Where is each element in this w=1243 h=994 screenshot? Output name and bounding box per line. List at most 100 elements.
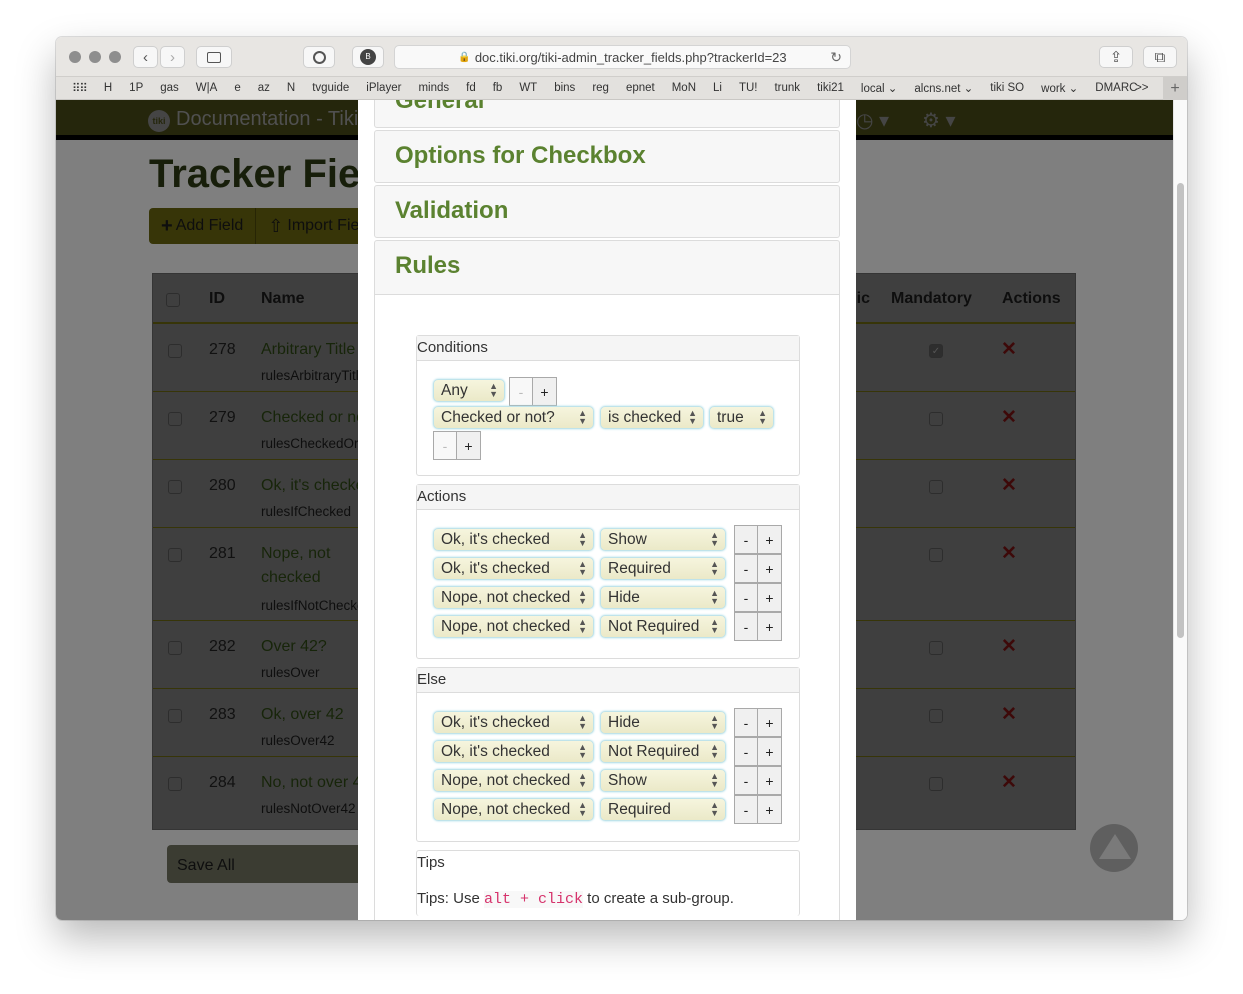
new-tab-button[interactable]: + <box>1163 77 1187 100</box>
logic-select[interactable]: Any ▲ ▼ <box>433 379 505 402</box>
zoom-window-button[interactable] <box>109 51 121 63</box>
action-field-select[interactable]: Ok, it's checked ▲ ▼ <box>433 740 594 763</box>
add-rule-button[interactable]: + <box>457 432 480 459</box>
scrollbar-thumb[interactable] <box>1177 183 1184 638</box>
remove-action-button[interactable]: - <box>735 767 758 794</box>
actions-group: Actions Ok, it's checked ▲ ▼ Show ▲ ▼ - + Ok, it… <box>416 484 800 659</box>
condition-field-select[interactable]: Checked or not? ▲ ▼ <box>433 406 594 429</box>
remove-action-button[interactable]: - <box>735 555 758 582</box>
bookmark[interactable]: tiki SO <box>982 82 1033 94</box>
sidebar-button[interactable] <box>196 46 232 68</box>
add-action-button[interactable]: + <box>758 555 781 582</box>
bookmark[interactable]: WT <box>511 82 546 94</box>
bookmark[interactable]: fb <box>484 82 511 94</box>
action-type-select[interactable]: Show ▲ ▼ <box>600 769 726 792</box>
add-action-button[interactable]: + <box>758 796 781 823</box>
bookmark[interactable]: TU! <box>730 82 766 94</box>
panel-validation[interactable]: Validation <box>374 185 840 238</box>
action-add-remove: - + <box>734 583 782 612</box>
minimize-window-button[interactable] <box>89 51 101 63</box>
page-scrollbar[interactable] <box>1173 100 1187 920</box>
panel-rules[interactable]: Rules <box>374 240 840 295</box>
password-manager-button[interactable] <box>303 46 335 68</box>
action-field-select[interactable]: Nope, not checked ▲ ▼ <box>433 615 594 638</box>
remove-action-button[interactable]: - <box>735 613 758 640</box>
action-type-select[interactable]: Not Required ▲ ▼ <box>600 615 726 638</box>
extension-button[interactable]: B <box>352 46 384 68</box>
bookmark[interactable]: e <box>226 82 249 94</box>
action-type-select[interactable]: Required ▲ ▼ <box>600 557 726 580</box>
tabs-overview-button[interactable]: ⧉ <box>1143 46 1177 68</box>
bookmark[interactable]: N <box>278 82 303 94</box>
bookmark[interactable]: minds <box>410 82 458 94</box>
bookmark[interactable]: gas <box>152 82 188 94</box>
action-field-select[interactable]: Ok, it's checked ▲ ▼ <box>433 557 594 580</box>
action-type-select[interactable]: Required ▲ ▼ <box>600 798 726 821</box>
remove-group-button[interactable]: - <box>510 378 533 405</box>
reload-icon[interactable]: ↻ <box>830 49 842 66</box>
bookmark[interactable]: H <box>95 82 120 94</box>
actions-title: Actions <box>417 485 799 510</box>
back-button[interactable]: ‹ <box>133 46 158 68</box>
remove-action-button[interactable]: - <box>735 709 758 736</box>
forward-button[interactable]: › <box>160 46 185 68</box>
add-action-button[interactable]: + <box>758 709 781 736</box>
bookmark[interactable]: iPlayer <box>358 82 410 94</box>
bookmark[interactable]: reg <box>584 82 618 94</box>
action-add-remove: - + <box>734 795 782 824</box>
bookmark[interactable]: MoN <box>663 82 704 94</box>
lock-icon: 🔒 <box>458 51 471 63</box>
panel-options-checkbox[interactable]: Options for Checkbox <box>374 130 840 183</box>
rules-panel-body: Conditions Any ▲ ▼ - + Checked or not? ▲ ▼ is… <box>374 295 840 920</box>
address-bar[interactable]: 🔒 doc.tiki.org/tiki-admin_tracker_fields… <box>394 45 851 69</box>
apps-grid-icon[interactable]: ⠿⠿ <box>56 81 95 95</box>
bookmark[interactable]: bins <box>546 82 584 94</box>
add-group-button[interactable]: + <box>533 378 556 405</box>
bookmark[interactable]: fd <box>458 82 485 94</box>
action-type-select[interactable]: Hide ▲ ▼ <box>600 586 726 609</box>
action-add-remove: - + <box>734 737 782 766</box>
action-field-select[interactable]: Ok, it's checked ▲ ▼ <box>433 528 594 551</box>
action-type-select[interactable]: Hide ▲ ▼ <box>600 711 726 734</box>
bookmarks-overflow-button[interactable]: >> <box>1127 82 1157 94</box>
scroll-to-top-button[interactable] <box>1090 824 1138 872</box>
bookmark[interactable]: Li <box>705 82 731 94</box>
select-arrows-icon: ▲ ▼ <box>578 771 587 789</box>
bookmark[interactable]: trunk <box>766 82 809 94</box>
bookmark[interactable]: tiki21 <box>809 82 853 94</box>
add-action-button[interactable]: + <box>758 738 781 765</box>
sidebar-icon <box>207 51 221 63</box>
remove-action-button[interactable]: - <box>735 584 758 611</box>
bookmark-folder[interactable]: alcns.net ⌄ <box>906 81 982 95</box>
action-field-select[interactable]: Nope, not checked ▲ ▼ <box>433 586 594 609</box>
condition-operator-select[interactable]: is checked ▲ ▼ <box>600 406 704 429</box>
add-action-button[interactable]: + <box>758 584 781 611</box>
add-action-button[interactable]: + <box>758 767 781 794</box>
bookmark-folder[interactable]: local ⌄ <box>852 81 905 95</box>
tabs-icon: ⧉ <box>1154 48 1166 66</box>
remove-action-button[interactable]: - <box>735 738 758 765</box>
remove-action-button[interactable]: - <box>735 526 758 553</box>
bookmark[interactable]: az <box>249 82 278 94</box>
bookmark[interactable]: 1P <box>121 82 152 94</box>
bookmark[interactable]: tvguide <box>304 82 358 94</box>
select-arrows-icon: ▲ ▼ <box>489 381 498 399</box>
action-field-select[interactable]: Nope, not checked ▲ ▼ <box>433 798 594 821</box>
bookmark[interactable]: W|A <box>187 82 226 94</box>
bookmark-folder[interactable]: work ⌄ <box>1033 81 1087 95</box>
action-type-select[interactable]: Not Required ▲ ▼ <box>600 740 726 763</box>
url-text: doc.tiki.org/tiki-admin_tracker_fields.p… <box>474 49 787 65</box>
action-field-select[interactable]: Ok, it's checked ▲ ▼ <box>433 711 594 734</box>
condition-value-select[interactable]: true ▲ ▼ <box>709 406 774 429</box>
else-title: Else <box>417 668 799 693</box>
remove-rule-button[interactable]: - <box>434 432 457 459</box>
bookmark[interactable]: epnet <box>617 82 663 94</box>
remove-action-button[interactable]: - <box>735 796 758 823</box>
add-action-button[interactable]: + <box>758 613 781 640</box>
action-type-select[interactable]: Show ▲ ▼ <box>600 528 726 551</box>
add-action-button[interactable]: + <box>758 526 781 553</box>
action-field-select[interactable]: Nope, not checked ▲ ▼ <box>433 769 594 792</box>
share-button[interactable]: ⇪ <box>1099 46 1133 68</box>
close-window-button[interactable] <box>69 51 81 63</box>
panel-general[interactable]: General <box>374 100 840 128</box>
